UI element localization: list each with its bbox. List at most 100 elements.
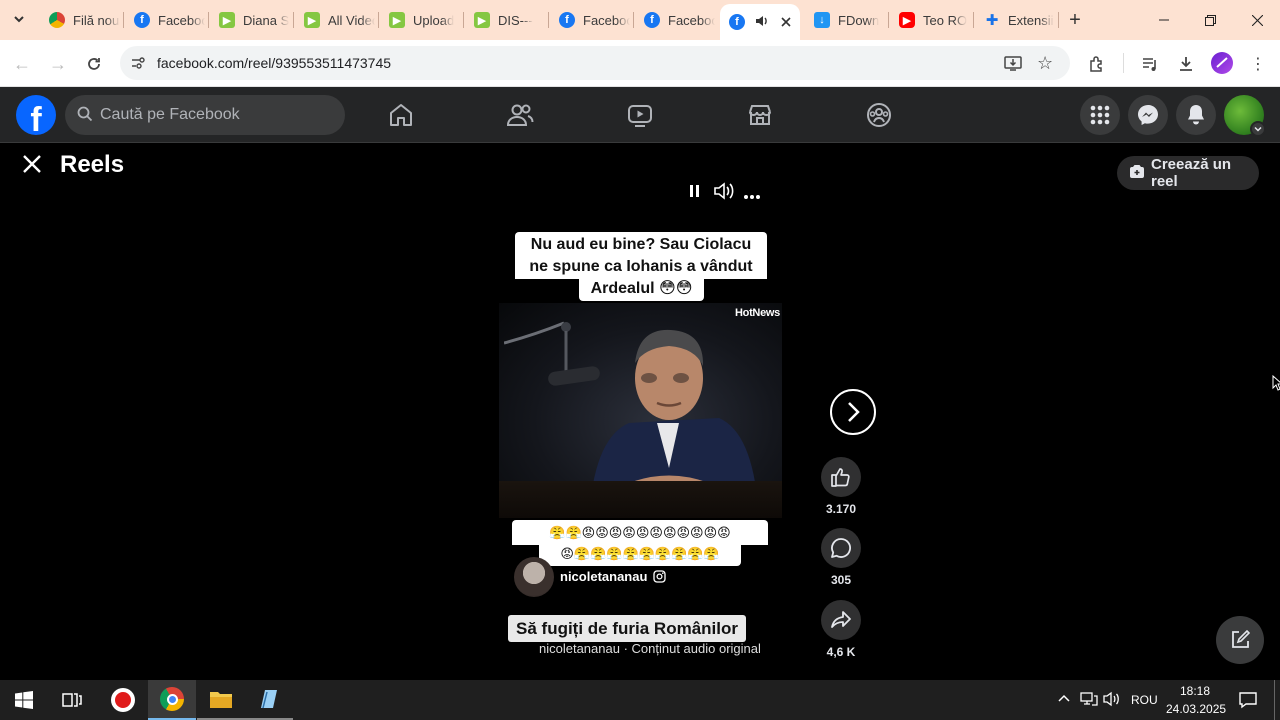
media-control-icon[interactable] <box>1138 52 1162 76</box>
minimize-icon[interactable] <box>1141 0 1187 40</box>
notepad-app-icon[interactable] <box>245 680 293 720</box>
tab-label: DIS--- <box>498 12 533 28</box>
comment-count: 305 <box>830 573 852 587</box>
close-reels-icon[interactable] <box>22 154 42 179</box>
create-reel-button[interactable]: Creează un reel <box>1117 156 1259 190</box>
browser-tab-strip: Filă nouă f Facebook ▶ Diana S ▶ All Vid… <box>0 0 1280 40</box>
tab-teo-ro[interactable]: ▶ Teo RO <box>890 6 970 34</box>
compose-icon <box>1232 630 1250 648</box>
video-icon[interactable] <box>624 99 656 131</box>
instagram-icon <box>653 570 666 588</box>
extensions-icon[interactable] <box>1085 52 1109 76</box>
volume-icon[interactable] <box>713 181 735 206</box>
speaker-icon[interactable] <box>755 14 769 31</box>
reels-page: Reels Creează un reel HotNews Nu aud eu … <box>0 143 1280 680</box>
network-icon[interactable] <box>1080 691 1098 712</box>
install-app-icon[interactable] <box>1004 54 1022 77</box>
profile-avatar[interactable] <box>1211 52 1233 74</box>
bottom-caption: Să fugiți de furia Românilor <box>508 615 746 642</box>
menu-grid-icon[interactable] <box>1080 95 1120 135</box>
chevron-up-icon[interactable] <box>1057 692 1071 711</box>
file-explorer-icon[interactable] <box>197 680 245 720</box>
like-button[interactable] <box>821 457 861 497</box>
close-window-icon[interactable] <box>1234 0 1280 40</box>
rumble-icon: ▶ <box>389 12 405 28</box>
tab-label: Teo RO <box>923 12 968 28</box>
forward-icon[interactable]: → <box>44 50 72 78</box>
page-title: Reels <box>60 151 125 178</box>
facebook-icon: f <box>729 14 745 30</box>
tab-all-videos[interactable]: ▶ All Videos <box>295 6 375 34</box>
windows-start-icon[interactable] <box>0 680 48 720</box>
facebook-search-input[interactable]: Caută pe Facebook <box>65 95 345 135</box>
tab-label: FDown <box>838 12 880 28</box>
home-icon[interactable] <box>385 99 417 131</box>
marketplace-icon[interactable] <box>744 99 776 131</box>
chevron-right-icon <box>848 402 860 422</box>
new-message-button[interactable] <box>1216 616 1264 664</box>
facebook-logo-icon[interactable]: f <box>16 95 56 135</box>
tab-upload[interactable]: ▶ Upload <box>380 6 460 34</box>
chrome-icon <box>49 12 65 28</box>
puzzle-icon: ✚ <box>985 12 999 29</box>
audio-info[interactable]: nicoletananau · Conținut audio original <box>539 641 772 656</box>
search-icon <box>77 106 93 127</box>
fdown-icon: ↓ <box>814 12 830 28</box>
pause-icon[interactable] <box>688 183 702 204</box>
restore-icon[interactable] <box>1187 0 1233 40</box>
language-indicator[interactable]: ROU <box>1131 693 1158 707</box>
url-text[interactable]: facebook.com/reel/939553511473745 <box>157 55 391 71</box>
tab-dis[interactable]: ▶ DIS--- <box>465 6 545 34</box>
caption-line-3: Ardealul 😳😳 <box>579 276 704 301</box>
tab-label: Facebook <box>668 12 715 28</box>
tab-fdown[interactable]: ↓ FDown <box>805 6 885 34</box>
notifications-bell-icon[interactable] <box>1176 95 1216 135</box>
tab-facebook-active[interactable]: f <box>720 4 800 40</box>
back-icon[interactable]: ← <box>8 50 36 78</box>
screen-recorder-icon[interactable] <box>99 680 147 720</box>
friends-icon[interactable] <box>504 99 536 131</box>
tab-search-dropdown-icon[interactable] <box>8 8 30 30</box>
bookmark-star-icon[interactable]: ☆ <box>1037 54 1053 72</box>
more-options-icon[interactable] <box>743 187 761 205</box>
tab-facebook-2[interactable]: f Facebook <box>550 6 630 34</box>
messenger-icon[interactable] <box>1128 95 1168 135</box>
chrome-taskbar-icon[interactable] <box>148 680 196 720</box>
facebook-icon: f <box>134 12 150 28</box>
tab-facebook-1[interactable]: f Facebook <box>125 6 205 34</box>
tab-diana[interactable]: ▶ Diana S <box>210 6 290 34</box>
comment-button[interactable] <box>821 528 861 568</box>
reel-video[interactable]: HotNews Nu aud eu bine? Sau Ciolacu ne s… <box>499 228 782 680</box>
share-button[interactable] <box>821 600 861 640</box>
tab-new-tab[interactable]: Filă nouă <box>40 6 120 34</box>
video-frame: HotNews <box>499 303 782 518</box>
task-view-icon[interactable] <box>48 680 96 720</box>
volume-tray-icon[interactable] <box>1103 691 1121 712</box>
tab-facebook-3[interactable]: f Facebook <box>635 6 715 34</box>
share-count: 4,6 K <box>826 645 856 659</box>
notification-center-icon[interactable] <box>1238 690 1258 715</box>
search-placeholder: Caută pe Facebook <box>100 106 240 123</box>
browser-menu-icon[interactable]: ⋮ <box>1246 52 1270 76</box>
clock-date[interactable]: 24.03.2025 <box>1166 702 1226 716</box>
downloads-icon[interactable] <box>1174 52 1198 76</box>
account-avatar[interactable] <box>1224 95 1266 137</box>
chevron-down-icon[interactable] <box>1250 121 1266 137</box>
new-tab-icon[interactable]: + <box>1063 9 1087 31</box>
next-reel-button[interactable] <box>830 389 876 435</box>
clock-time[interactable]: 18:18 <box>1166 684 1224 698</box>
facebook-icon: f <box>644 12 660 28</box>
rumble-icon: ▶ <box>474 12 490 28</box>
site-info-icon[interactable] <box>130 55 146 76</box>
browser-toolbar: ← → facebook.com/reel/939553511473745 ☆ … <box>0 40 1280 87</box>
thumbs-up-icon <box>831 468 850 487</box>
show-desktop-button[interactable] <box>1274 680 1275 720</box>
address-bar[interactable]: facebook.com/reel/939553511473745 ☆ <box>120 46 1070 80</box>
rumble-icon: ▶ <box>219 12 235 28</box>
tab-extensions[interactable]: ✚ Extensii <box>975 6 1055 34</box>
close-tab-icon[interactable] <box>781 15 791 30</box>
reload-icon[interactable] <box>80 50 108 78</box>
groups-icon[interactable] <box>863 99 895 131</box>
author-avatar[interactable] <box>514 557 554 597</box>
author-name[interactable]: nicoletananau <box>560 569 647 584</box>
